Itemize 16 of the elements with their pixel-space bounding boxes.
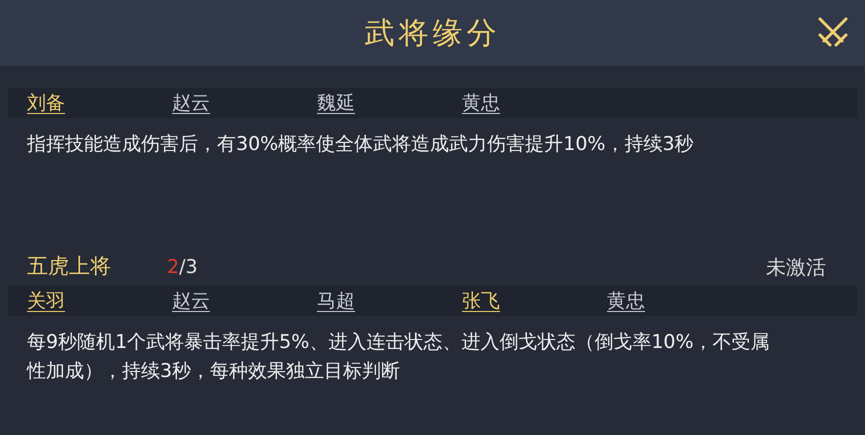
- general-name[interactable]: 关羽: [27, 286, 172, 316]
- general-name[interactable]: 魏延: [317, 88, 462, 118]
- bond-description: 每9秒随机1个武将暴击率提升5%、进入连击状态、进入倒戈状态（倒戈率10%，不受属性加成），持续3秒，每种效果独立目标判断: [26, 330, 771, 384]
- general-name[interactable]: 张飞: [462, 286, 607, 316]
- general-name[interactable]: 黄忠: [607, 286, 752, 316]
- general-name[interactable]: 刘备: [27, 88, 172, 118]
- general-name[interactable]: 黄忠: [462, 88, 607, 118]
- progress-count: 2/3: [167, 254, 198, 280]
- bond-title: 五虎上将: [27, 253, 112, 280]
- window-title: 武将缘分: [364, 14, 500, 52]
- general-name[interactable]: 赵云: [172, 286, 317, 316]
- status-label: 未激活: [766, 254, 827, 281]
- crossed-swords-icon: [816, 15, 850, 49]
- general-name[interactable]: 赵云: [172, 88, 317, 118]
- bond-description: 指挥技能造成伤害后，有30%概率使全体武将造成武力伤害提升10%，持续3秒: [26, 132, 695, 157]
- general-name[interactable]: 马超: [317, 286, 462, 316]
